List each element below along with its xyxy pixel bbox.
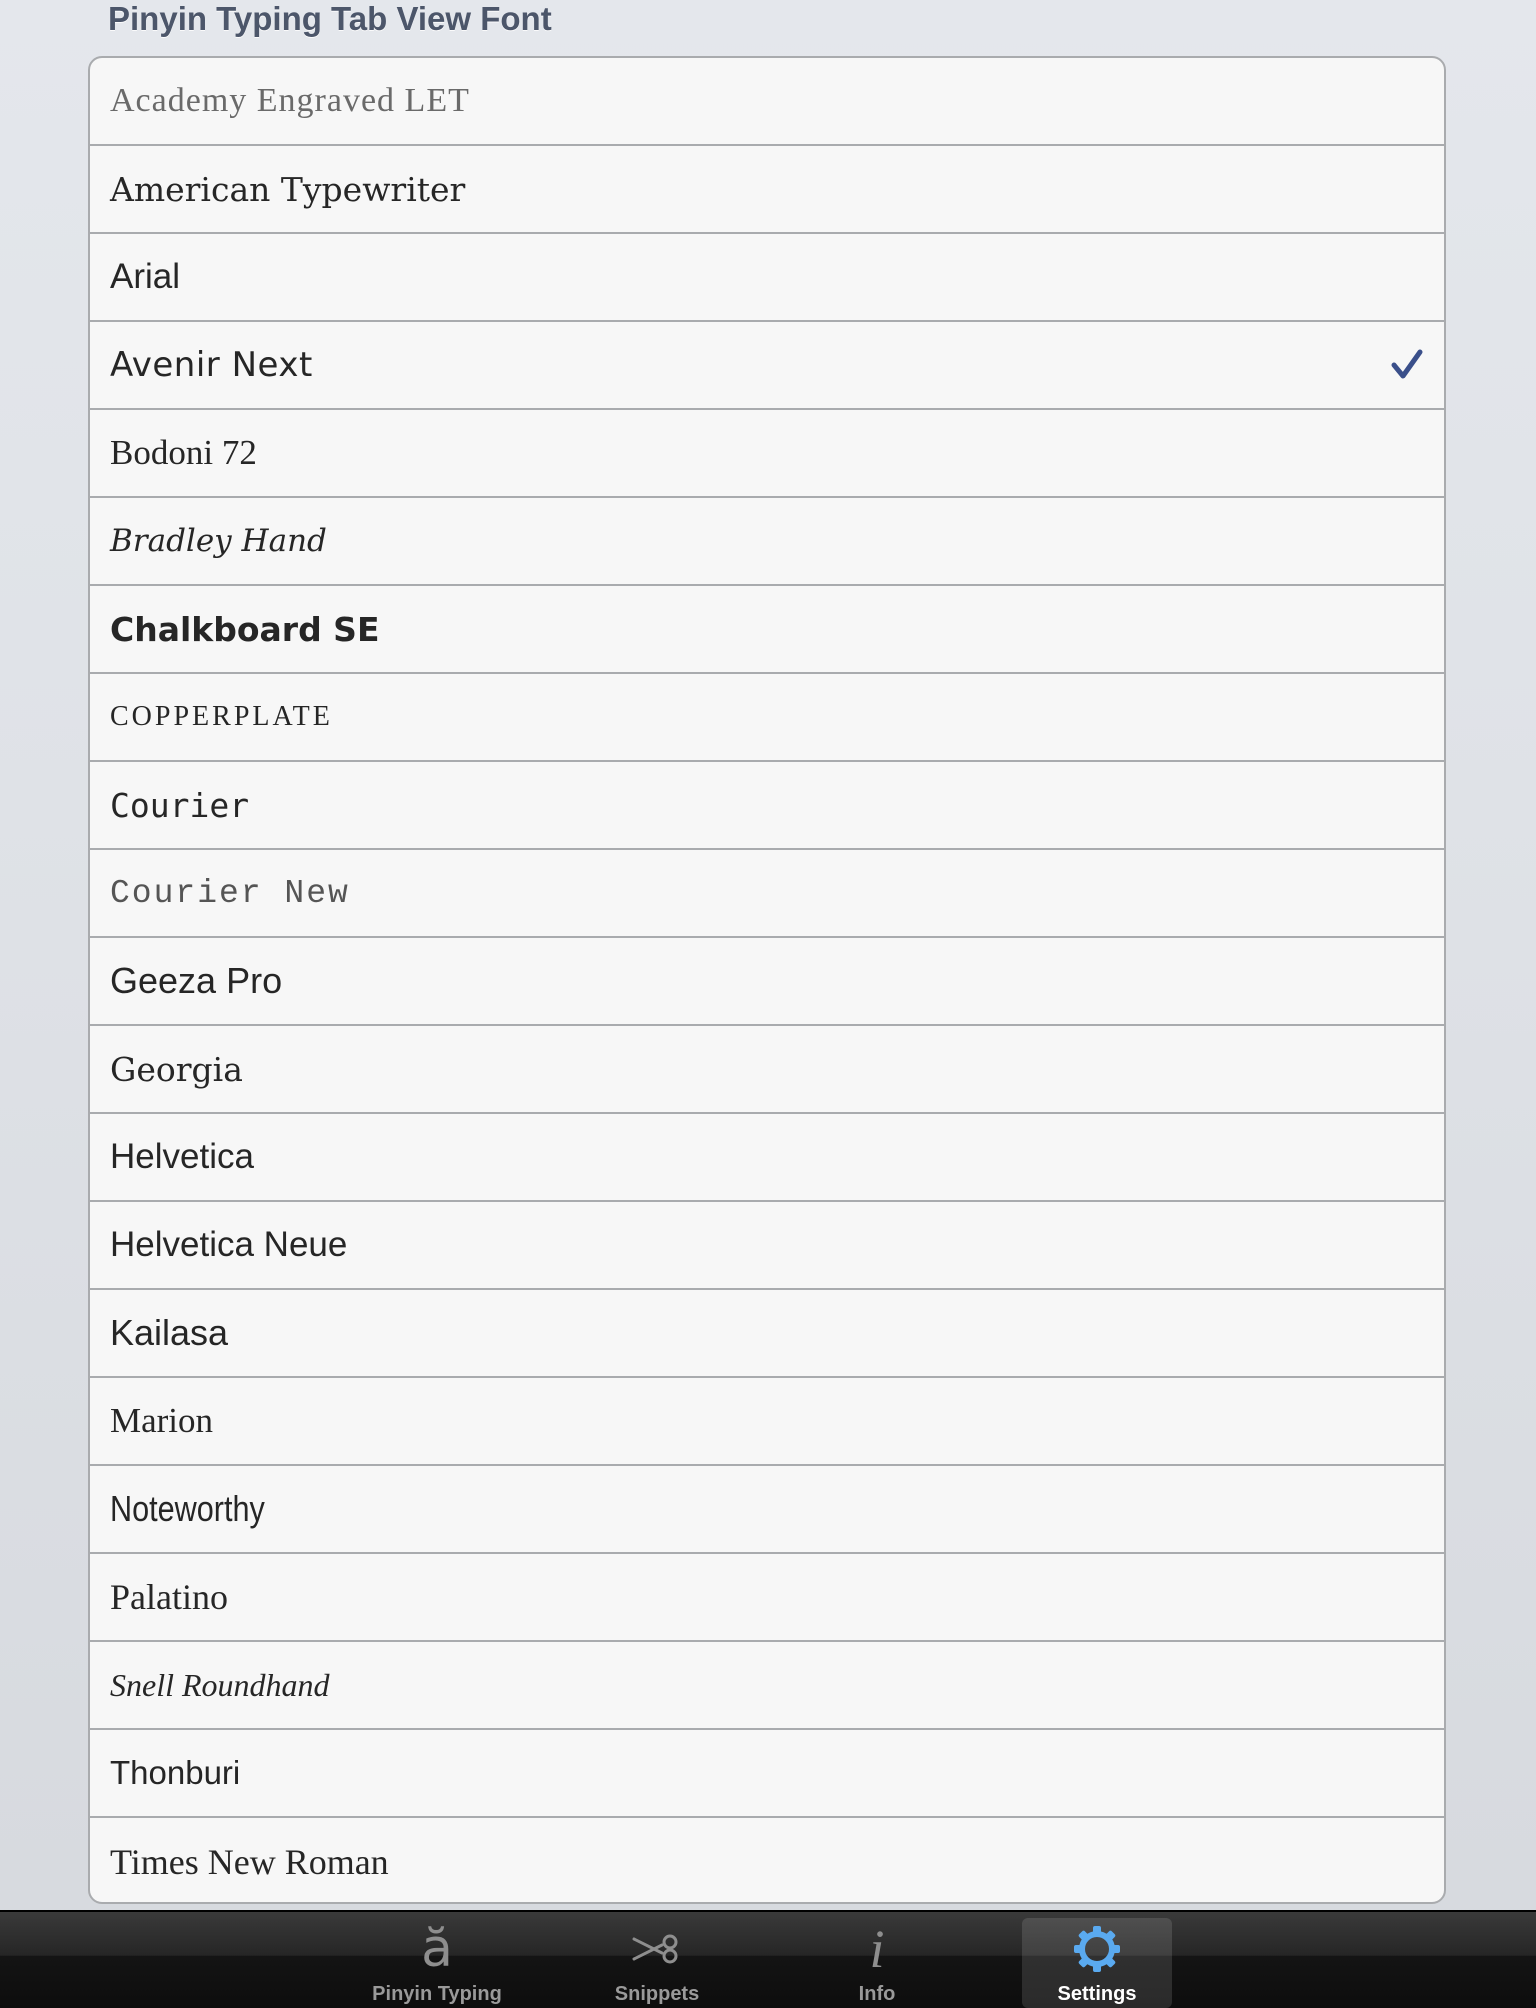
font-option-label: Bradley Hand [110, 523, 327, 559]
font-option-georgia[interactable]: Georgia [90, 1026, 1444, 1114]
font-option-palatino[interactable]: Palatino [90, 1554, 1444, 1642]
checkmark-icon [1391, 349, 1423, 379]
font-list: Academy Engraved LET American Typewriter… [88, 56, 1446, 1904]
tab-bar: ă Pinyin Typing Snippets i Info Settings [0, 1910, 1536, 2008]
font-option-bradley-hand[interactable]: Bradley Hand [90, 498, 1444, 586]
tab-label: Settings [1057, 1983, 1137, 2005]
font-option-label: Helvetica [110, 1137, 254, 1176]
tab-label: Pinyin Typing [372, 1983, 502, 2005]
font-option-label: Snell Roundhand [110, 1666, 330, 1703]
font-option-label: Arial [110, 257, 181, 296]
font-option-label: Courier New [110, 874, 350, 912]
tab-snippets[interactable]: Snippets [582, 1918, 732, 2008]
font-option-label: Helvetica Neue [110, 1225, 348, 1264]
font-option-chalkboard-se[interactable]: Chalkboard SE [90, 586, 1444, 674]
font-option-kailasa[interactable]: Kailasa [90, 1290, 1444, 1378]
font-option-label: Marion [110, 1401, 214, 1440]
font-option-copperplate[interactable]: COPPERPLATE [90, 674, 1444, 762]
font-option-label: Bodoni 72 [110, 433, 257, 472]
font-option-label: COPPERPLATE [110, 701, 333, 732]
font-option-label: Times New Roman [110, 1842, 389, 1882]
font-option-avenir-next[interactable]: Avenir Next [90, 322, 1444, 410]
font-option-label: American Typewriter [110, 169, 466, 209]
font-option-label: Georgia [110, 1049, 243, 1089]
font-option-snell-roundhand[interactable]: Snell Roundhand [90, 1642, 1444, 1730]
font-option-label: Noteworthy [110, 1488, 265, 1529]
font-option-label: Kailasa [110, 1312, 229, 1353]
font-option-helvetica-neue[interactable]: Helvetica Neue [90, 1202, 1444, 1290]
font-option-label: Palatino [110, 1577, 228, 1617]
font-option-label: Thonburi [110, 1754, 241, 1791]
tab-label: Snippets [614, 1983, 700, 2005]
font-option-arial[interactable]: Arial [90, 234, 1444, 322]
tab-pinyin-typing[interactable]: ă Pinyin Typing [362, 1918, 512, 2008]
font-option-academy-engraved-let[interactable]: Academy Engraved LET [90, 58, 1444, 146]
font-option-label: Geeza Pro [110, 960, 283, 1001]
font-option-geeza-pro[interactable]: Geeza Pro [90, 938, 1444, 1026]
gear-icon [1070, 1922, 1124, 1976]
tab-label: Info [858, 1983, 896, 2005]
a-breve-icon: ă [421, 1919, 453, 1979]
font-option-times-new-roman[interactable]: Times New Roman [90, 1818, 1444, 1902]
font-option-label: Courier [110, 785, 250, 825]
scissors-icon [630, 1922, 684, 1976]
font-option-courier-new[interactable]: Courier New [90, 850, 1444, 938]
font-option-american-typewriter[interactable]: American Typewriter [90, 146, 1444, 234]
section-title: Pinyin Typing Tab View Font [108, 0, 552, 37]
tab-info[interactable]: i Info [802, 1918, 952, 2008]
font-option-label: Chalkboard SE [110, 609, 380, 649]
font-option-thonburi[interactable]: Thonburi [90, 1730, 1444, 1818]
info-icon: i [869, 1919, 885, 1979]
font-option-bodoni-72[interactable]: Bodoni 72 [90, 410, 1444, 498]
font-option-noteworthy[interactable]: Noteworthy [90, 1466, 1444, 1554]
font-option-marion[interactable]: Marion [90, 1378, 1444, 1466]
tab-settings[interactable]: Settings [1022, 1918, 1172, 2008]
font-option-label: Avenir Next [110, 345, 313, 385]
font-option-helvetica[interactable]: Helvetica [90, 1114, 1444, 1202]
font-option-label: Academy Engraved LET [110, 82, 470, 119]
font-option-courier[interactable]: Courier [90, 762, 1444, 850]
